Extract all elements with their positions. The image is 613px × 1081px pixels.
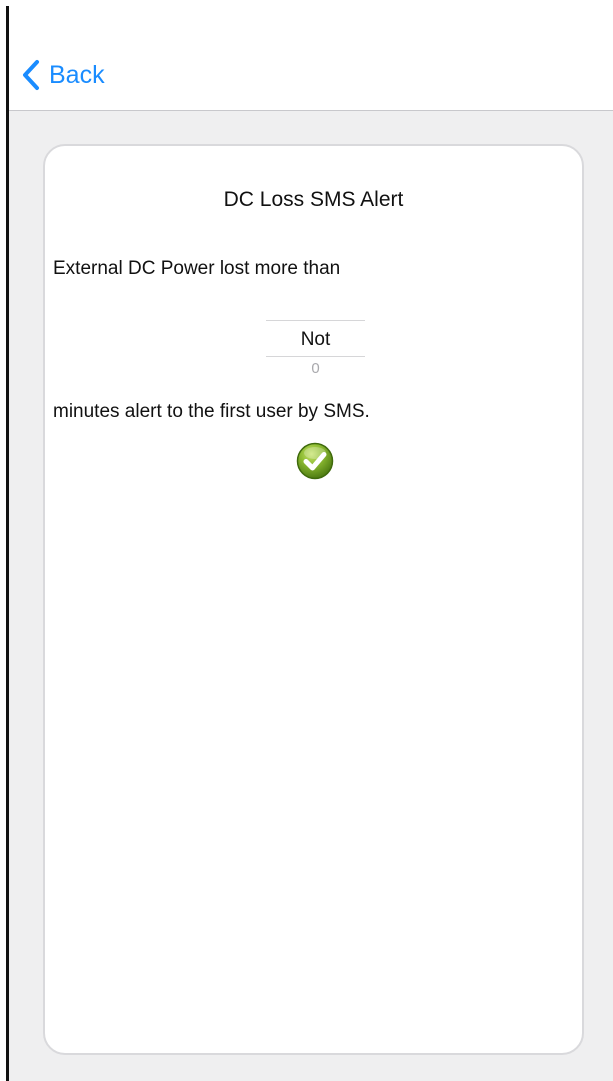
picker-divider-top	[266, 320, 365, 321]
alert-settings-card: DC Loss SMS Alert External DC Power lost…	[43, 144, 584, 1055]
condition-text: External DC Power lost more than	[53, 258, 341, 279]
alert-description-text: minutes alert to the first user by SMS.	[53, 401, 370, 422]
card-title: DC Loss SMS Alert	[223, 188, 404, 211]
minutes-picker[interactable]: Not 0	[266, 316, 365, 386]
picker-divider-bottom	[266, 356, 365, 357]
confirm-button[interactable]	[296, 442, 334, 480]
chevron-left-icon	[21, 59, 41, 91]
content-area: DC Loss SMS Alert External DC Power lost…	[9, 111, 613, 1081]
back-label: Back	[49, 61, 105, 89]
back-button[interactable]: Back	[21, 54, 105, 96]
navigation-bar: Back	[9, 0, 613, 111]
picker-next-value[interactable]: 0	[266, 359, 365, 379]
checkmark-circle-icon	[296, 442, 334, 480]
picker-selected-value[interactable]: Not	[266, 327, 365, 353]
